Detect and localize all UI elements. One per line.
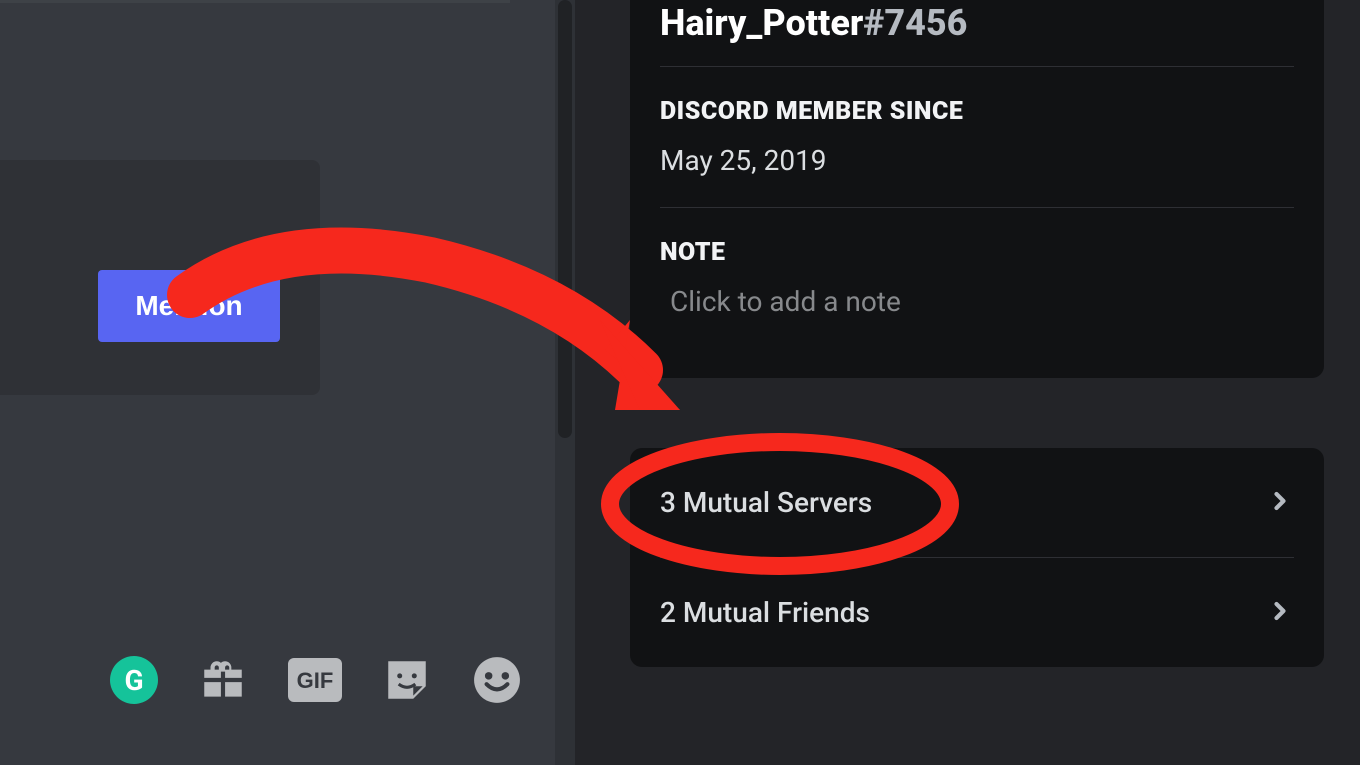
chevron-right-icon — [1266, 487, 1294, 519]
gift-icon[interactable] — [198, 655, 248, 705]
username-row: Hairy_Potter#7456 — [660, 0, 1294, 66]
discriminator-text: #7456 — [863, 2, 967, 44]
member-since-label: DISCORD MEMBER SINCE — [660, 97, 1294, 126]
chat-panel: Mention G GIF — [0, 0, 555, 765]
svg-text:GIF: GIF — [297, 668, 334, 693]
mutual-card: 3 Mutual Servers 2 Mutual Friends — [630, 448, 1324, 667]
member-since-value: May 25, 2019 — [660, 144, 1294, 177]
mutual-servers-label: 3 Mutual Servers — [660, 486, 872, 519]
divider — [660, 66, 1294, 67]
chevron-right-icon — [1266, 597, 1294, 629]
mention-button[interactable]: Mention — [98, 270, 280, 342]
emoji-icon[interactable] — [472, 655, 522, 705]
message-toolbar: G GIF — [110, 655, 522, 705]
message-attachment-card: Mention — [0, 160, 320, 395]
scrollbar-track[interactable] — [555, 0, 575, 765]
gif-icon[interactable]: GIF — [288, 658, 342, 702]
divider — [660, 207, 1294, 208]
sticker-icon[interactable] — [382, 655, 432, 705]
note-input[interactable] — [660, 285, 1294, 318]
profile-panel: Hairy_Potter#7456 DISCORD MEMBER SINCE M… — [575, 0, 1360, 765]
grammarly-icon[interactable]: G — [110, 656, 158, 704]
scrollbar-thumb[interactable] — [558, 0, 572, 438]
top-divider — [0, 0, 510, 3]
mutual-friends-row[interactable]: 2 Mutual Friends — [630, 558, 1324, 667]
mutual-friends-label: 2 Mutual Friends — [660, 596, 870, 629]
mutual-servers-row[interactable]: 3 Mutual Servers — [630, 448, 1324, 557]
grammarly-letter: G — [124, 664, 143, 697]
profile-info-card: Hairy_Potter#7456 DISCORD MEMBER SINCE M… — [630, 0, 1324, 378]
note-label: NOTE — [660, 238, 1294, 267]
username-text: Hairy_Potter — [660, 2, 863, 44]
